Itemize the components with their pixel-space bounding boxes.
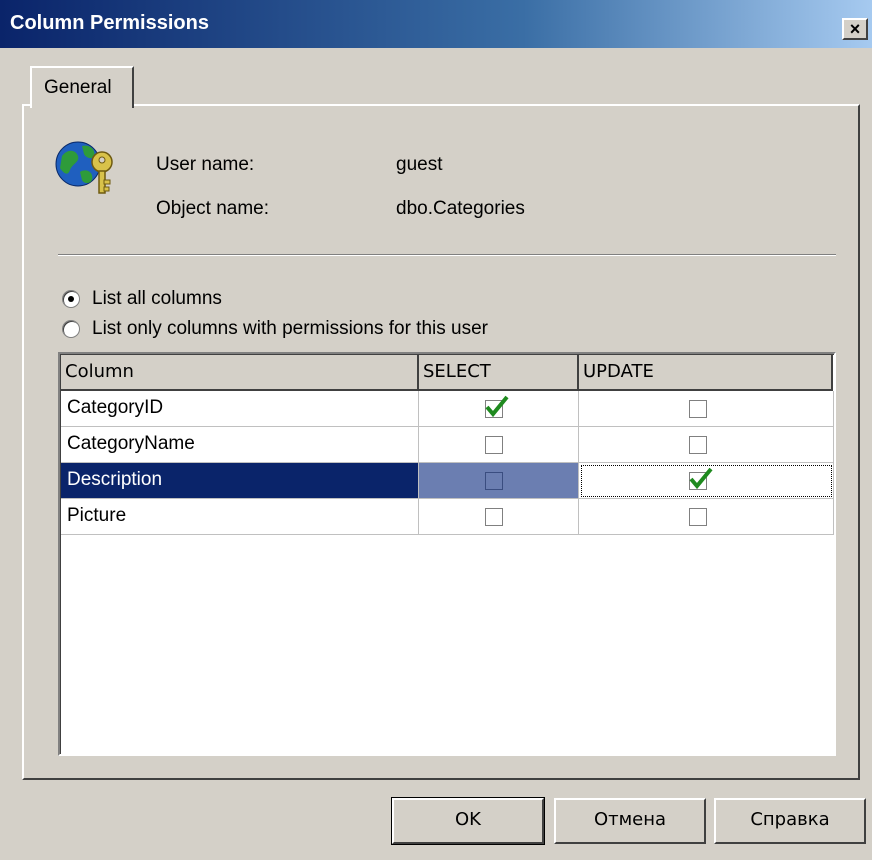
checkmark-icon <box>689 467 713 490</box>
checkmark-icon <box>485 395 509 418</box>
table-row[interactable]: CategoryName <box>61 427 834 463</box>
radio-dot <box>68 296 74 302</box>
cell-update[interactable] <box>579 427 834 463</box>
ok-button[interactable]: OK <box>391 797 545 845</box>
cell-select[interactable] <box>419 499 579 535</box>
table-row[interactable]: CategoryID <box>61 391 834 427</box>
cell-column-name[interactable]: Description <box>61 463 419 499</box>
radio-list-all-label[interactable]: List all columns <box>92 288 222 310</box>
tab-general[interactable]: General <box>30 66 134 108</box>
user-name-value: guest <box>396 154 443 175</box>
object-name-value: dbo.Categories <box>396 198 525 219</box>
window-title: Column Permissions <box>10 12 209 34</box>
object-name-label: Object name: <box>156 198 269 219</box>
table-row[interactable]: Picture <box>61 499 834 535</box>
radio-list-permitted-label[interactable]: List only columns with permissions for t… <box>92 318 488 340</box>
close-button[interactable]: × <box>842 18 868 40</box>
grid-body: Column SELECT UPDATE CategoryID Category… <box>60 354 834 754</box>
cell-column-name[interactable]: CategoryName <box>61 427 419 463</box>
update-checkbox[interactable] <box>689 467 713 490</box>
globe-key-icon <box>55 141 113 194</box>
cell-update[interactable] <box>579 499 834 535</box>
radio-list-permitted[interactable] <box>62 320 80 338</box>
cell-select[interactable] <box>419 427 579 463</box>
header-column[interactable]: Column <box>61 355 419 391</box>
separator <box>58 254 836 256</box>
table-row-selected[interactable]: Description <box>61 463 834 499</box>
title-bar: Column Permissions × <box>0 0 872 48</box>
select-checkbox[interactable] <box>485 508 503 526</box>
header-update[interactable]: UPDATE <box>579 355 833 391</box>
select-checkbox[interactable] <box>485 472 503 490</box>
tab-general-label: General <box>44 77 112 98</box>
cell-update[interactable] <box>579 463 834 499</box>
cancel-button[interactable]: Отмена <box>554 798 706 844</box>
update-checkbox[interactable] <box>689 436 707 454</box>
user-name-label: User name: <box>156 154 255 175</box>
header-select[interactable]: SELECT <box>419 355 579 391</box>
cell-column-name[interactable]: Picture <box>61 499 419 535</box>
permissions-grid[interactable]: Column SELECT UPDATE CategoryID Category… <box>58 352 836 756</box>
cell-select[interactable] <box>419 463 579 499</box>
cell-update[interactable] <box>579 391 834 427</box>
update-checkbox[interactable] <box>689 400 707 418</box>
cell-column-name[interactable]: CategoryID <box>61 391 419 427</box>
update-checkbox[interactable] <box>689 508 707 526</box>
cell-select[interactable] <box>419 391 579 427</box>
radio-list-all[interactable] <box>62 290 80 308</box>
help-button[interactable]: Справка <box>714 798 866 844</box>
select-checkbox[interactable] <box>485 436 503 454</box>
select-checkbox[interactable] <box>485 395 509 418</box>
